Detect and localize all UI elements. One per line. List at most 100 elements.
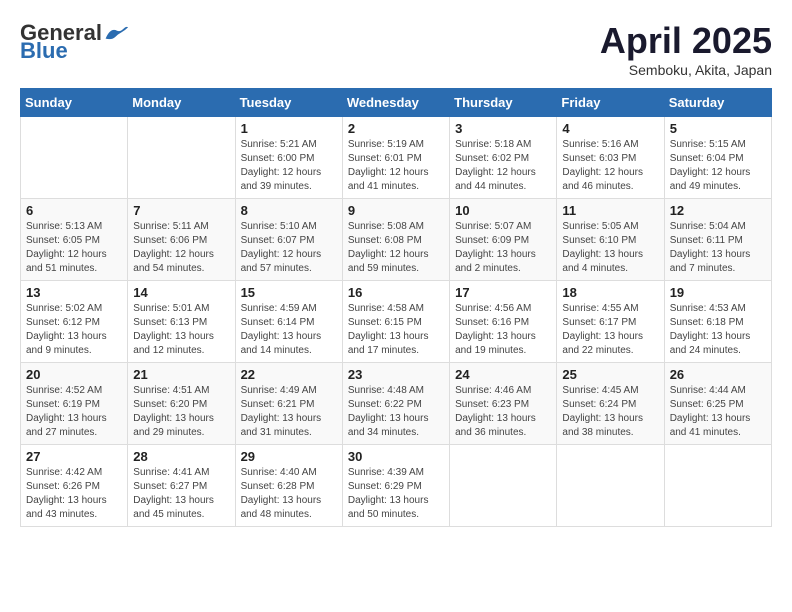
day-info: Sunrise: 4:46 AMSunset: 6:23 PMDaylight:… (455, 384, 551, 440)
calendar-cell: 14 Sunrise: 5:01 AMSunset: 6:13 PMDayligh… (128, 281, 235, 363)
calendar-cell (450, 445, 557, 527)
day-number: 26 (670, 367, 766, 382)
calendar-week-row: 6 Sunrise: 5:13 AMSunset: 6:05 PMDaylight… (21, 199, 772, 281)
day-info: Sunrise: 4:45 AMSunset: 6:24 PMDaylight:… (562, 384, 658, 440)
calendar-cell: 19Sunrise: 4:53 AMSunset: 6:18 PMDayligh… (664, 281, 771, 363)
day-number: 15 (241, 285, 337, 300)
day-number: 7 (133, 203, 229, 218)
day-info: Sunrise: 4:41 AMSunset: 6:27 PMDaylight:… (133, 466, 229, 522)
day-number: 9 (348, 203, 444, 218)
day-number: 30 (348, 449, 444, 464)
day-info: Sunrise: 4:52 AMSunset: 6:19 PMDaylight:… (26, 384, 122, 440)
calendar-week-row: 27Sunrise: 4:42 AMSunset: 6:26 PMDayligh… (21, 445, 772, 527)
day-number: 29 (241, 449, 337, 464)
day-number: 2 (348, 121, 444, 136)
calendar-cell: 3 Sunrise: 5:18 AMSunset: 6:02 PMDaylight… (450, 117, 557, 199)
calendar-cell: 4 Sunrise: 5:16 AMSunset: 6:03 PMDaylight… (557, 117, 664, 199)
day-number: 8 (241, 203, 337, 218)
day-info: Sunrise: 5:07 AMSunset: 6:09 PMDaylight:… (455, 220, 551, 276)
calendar-cell: 13Sunrise: 5:02 AMSunset: 6:12 PMDayligh… (21, 281, 128, 363)
calendar-week-row: 1Sunrise: 5:21 AMSunset: 6:00 PMDaylight… (21, 117, 772, 199)
weekday-header-row: SundayMondayTuesdayWednesdayThursdayFrid… (21, 89, 772, 117)
calendar-cell: 30 Sunrise: 4:39 AMSunset: 6:29 PMDayligh… (342, 445, 449, 527)
weekday-header-wednesday: Wednesday (342, 89, 449, 117)
logo-blue-text: Blue (20, 38, 68, 64)
calendar-week-row: 20 Sunrise: 4:52 AMSunset: 6:19 PMDayligh… (21, 363, 772, 445)
day-info: Sunrise: 4:49 AMSunset: 6:21 PMDaylight:… (241, 384, 337, 440)
calendar-cell: 22 Sunrise: 4:49 AMSunset: 6:21 PMDayligh… (235, 363, 342, 445)
day-info: Sunrise: 5:08 AMSunset: 6:08 PMDaylight:… (348, 220, 444, 276)
weekday-header-friday: Friday (557, 89, 664, 117)
day-number: 5 (670, 121, 766, 136)
day-info: Sunrise: 4:58 AMSunset: 6:15 PMDaylight:… (348, 302, 444, 358)
day-info: Sunrise: 5:05 AMSunset: 6:10 PMDaylight:… (562, 220, 658, 276)
page-header: General Blue April 2025 Semboku, Akita, … (20, 20, 772, 78)
calendar-table: SundayMondayTuesdayWednesdayThursdayFrid… (20, 88, 772, 527)
day-number: 6 (26, 203, 122, 218)
day-info: Sunrise: 4:51 AMSunset: 6:20 PMDaylight:… (133, 384, 229, 440)
calendar-cell: 29 Sunrise: 4:40 AMSunset: 6:28 PMDayligh… (235, 445, 342, 527)
day-number: 17 (455, 285, 551, 300)
day-number: 22 (241, 367, 337, 382)
day-info: Sunrise: 5:21 AMSunset: 6:00 PMDaylight:… (241, 138, 337, 194)
day-number: 20 (26, 367, 122, 382)
day-info: Sunrise: 5:19 AMSunset: 6:01 PMDaylight:… (348, 138, 444, 194)
calendar-cell: 16 Sunrise: 4:58 AMSunset: 6:15 PMDayligh… (342, 281, 449, 363)
logo: General Blue (20, 20, 128, 64)
calendar-cell: 25 Sunrise: 4:45 AMSunset: 6:24 PMDayligh… (557, 363, 664, 445)
day-info: Sunrise: 4:39 AMSunset: 6:29 PMDaylight:… (348, 466, 444, 522)
day-info: Sunrise: 4:53 AMSunset: 6:18 PMDaylight:… (670, 302, 766, 358)
day-number: 18 (562, 285, 658, 300)
calendar-cell (21, 117, 128, 199)
day-number: 12 (670, 203, 766, 218)
day-number: 11 (562, 203, 658, 218)
calendar-cell: 17 Sunrise: 4:56 AMSunset: 6:16 PMDayligh… (450, 281, 557, 363)
day-info: Sunrise: 5:04 AMSunset: 6:11 PMDaylight:… (670, 220, 766, 276)
month-title: April 2025 (600, 20, 772, 62)
calendar-cell: 18Sunrise: 4:55 AMSunset: 6:17 PMDayligh… (557, 281, 664, 363)
day-info: Sunrise: 5:18 AMSunset: 6:02 PMDaylight:… (455, 138, 551, 194)
calendar-cell: 24 Sunrise: 4:46 AMSunset: 6:23 PMDayligh… (450, 363, 557, 445)
day-number: 10 (455, 203, 551, 218)
weekday-header-saturday: Saturday (664, 89, 771, 117)
day-number: 14 (133, 285, 229, 300)
location-text: Semboku, Akita, Japan (600, 62, 772, 78)
day-info: Sunrise: 5:16 AMSunset: 6:03 PMDaylight:… (562, 138, 658, 194)
day-info: Sunrise: 4:48 AMSunset: 6:22 PMDaylight:… (348, 384, 444, 440)
day-number: 4 (562, 121, 658, 136)
calendar-cell: 2 Sunrise: 5:19 AMSunset: 6:01 PMDaylight… (342, 117, 449, 199)
calendar-cell (128, 117, 235, 199)
day-info: Sunrise: 4:59 AMSunset: 6:14 PMDaylight:… (241, 302, 337, 358)
calendar-cell: 15 Sunrise: 4:59 AMSunset: 6:14 PMDayligh… (235, 281, 342, 363)
day-info: Sunrise: 5:01 AMSunset: 6:13 PMDaylight:… (133, 302, 229, 358)
calendar-cell: 10 Sunrise: 5:07 AMSunset: 6:09 PMDayligh… (450, 199, 557, 281)
day-info: Sunrise: 4:56 AMSunset: 6:16 PMDaylight:… (455, 302, 551, 358)
day-number: 3 (455, 121, 551, 136)
day-number: 27 (26, 449, 122, 464)
day-number: 25 (562, 367, 658, 382)
day-number: 13 (26, 285, 122, 300)
calendar-cell: 12 Sunrise: 5:04 AMSunset: 6:11 PMDayligh… (664, 199, 771, 281)
calendar-cell: 8Sunrise: 5:10 AMSunset: 6:07 PMDaylight… (235, 199, 342, 281)
day-number: 16 (348, 285, 444, 300)
day-info: Sunrise: 5:13 AMSunset: 6:05 PMDaylight:… (26, 220, 122, 276)
weekday-header-tuesday: Tuesday (235, 89, 342, 117)
calendar-cell (664, 445, 771, 527)
calendar-cell (557, 445, 664, 527)
day-info: Sunrise: 4:40 AMSunset: 6:28 PMDaylight:… (241, 466, 337, 522)
calendar-cell: 11 Sunrise: 5:05 AMSunset: 6:10 PMDayligh… (557, 199, 664, 281)
calendar-cell: 23Sunrise: 4:48 AMSunset: 6:22 PMDayligh… (342, 363, 449, 445)
title-block: April 2025 Semboku, Akita, Japan (600, 20, 772, 78)
weekday-header-thursday: Thursday (450, 89, 557, 117)
weekday-header-monday: Monday (128, 89, 235, 117)
day-number: 28 (133, 449, 229, 464)
calendar-cell: 26Sunrise: 4:44 AMSunset: 6:25 PMDayligh… (664, 363, 771, 445)
logo-bird-icon (104, 24, 128, 42)
calendar-cell: 28 Sunrise: 4:41 AMSunset: 6:27 PMDayligh… (128, 445, 235, 527)
day-info: Sunrise: 5:11 AMSunset: 6:06 PMDaylight:… (133, 220, 229, 276)
calendar-cell: 9 Sunrise: 5:08 AMSunset: 6:08 PMDaylight… (342, 199, 449, 281)
day-number: 24 (455, 367, 551, 382)
calendar-cell: 6 Sunrise: 5:13 AMSunset: 6:05 PMDaylight… (21, 199, 128, 281)
day-info: Sunrise: 5:15 AMSunset: 6:04 PMDaylight:… (670, 138, 766, 194)
calendar-week-row: 13Sunrise: 5:02 AMSunset: 6:12 PMDayligh… (21, 281, 772, 363)
